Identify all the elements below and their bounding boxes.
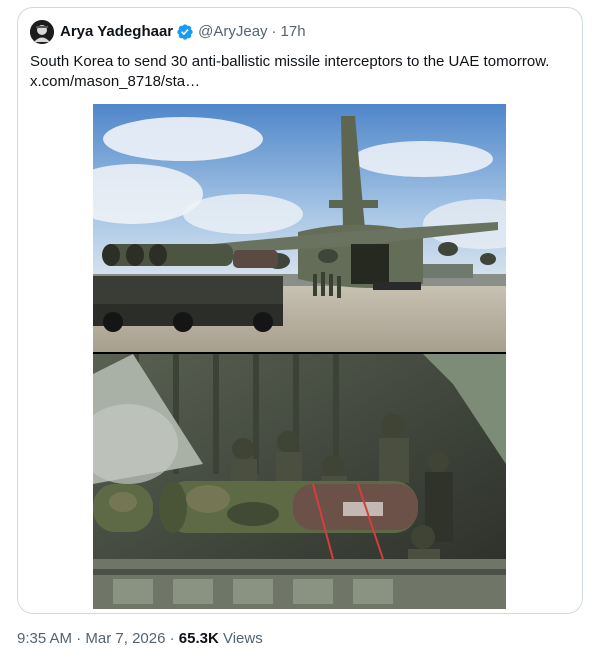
media-grid[interactable] [93,104,506,609]
meta-separator: · [169,630,175,647]
quoted-tweet-text: South Korea to send 30 anti-ballistic mi… [30,52,570,92]
tweet-age[interactable]: 17h [281,22,306,42]
meta-separator: · [76,630,82,647]
verified-badge-icon [176,23,194,41]
quoted-tweet-header: Arya Yadeghaar @AryJeay · 17h [30,20,306,44]
tweet-link[interactable]: x.com/mason_8718/sta… [30,73,200,90]
tweet-date[interactable]: Mar 7, 2026 [85,630,165,647]
tweet-time[interactable]: 9:35 AM [17,630,72,647]
author-name[interactable]: Arya Yadeghaar [60,22,173,42]
missile-loading-photo[interactable] [93,354,506,609]
avatar[interactable] [30,20,54,44]
views-count[interactable]: 65.3K [179,630,219,647]
views-label: Views [222,630,263,647]
tweet-body-text: South Korea to send 30 anti-ballistic mi… [30,53,550,70]
quoted-tweet-card[interactable]: Arya Yadeghaar @AryJeay · 17h South Kore… [17,7,583,614]
author-handle[interactable]: @AryJeay [198,22,267,42]
aircraft-tarmac-photo[interactable] [93,104,506,352]
header-separator: · [271,23,277,40]
tweet-metadata: 9:35 AM · Mar 7, 2026 · 65.3K Views [17,629,263,649]
